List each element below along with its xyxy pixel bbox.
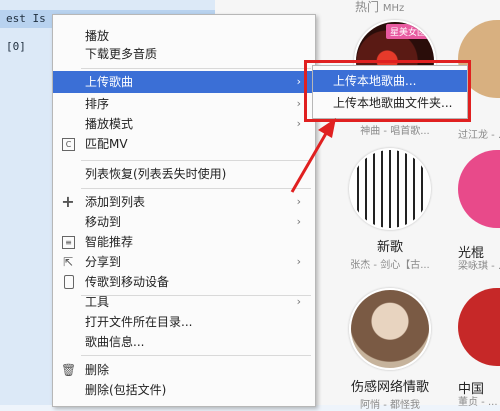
card-sub: 神曲 - 唱首歌...	[360, 126, 430, 137]
cover-art	[349, 148, 431, 230]
card-sub: 阿悄 - 都怪我	[360, 400, 420, 411]
menu-item-tools[interactable]: 工具 ›	[53, 291, 315, 313]
radio-card-partial[interactable]: 光棍 梁咏琪 - ...	[458, 150, 500, 272]
share-icon: ⇱	[62, 255, 74, 269]
menu-item-add-to-list[interactable]: + 添加到列表 ›	[53, 191, 315, 213]
radio-card-partial[interactable]: 中国 董贞 - ...	[458, 288, 500, 408]
menu-item-label: 歌曲信息...	[85, 335, 145, 349]
card-title: 伤感网络情歌	[350, 380, 429, 395]
menu-item-list-restore[interactable]: 列表恢复(列表丢失时使用)	[53, 163, 315, 185]
chevron-right-icon: ›	[296, 215, 301, 228]
menu-item-label: 排序	[85, 97, 110, 111]
menu-item-label: 下载更多音质	[85, 47, 158, 61]
menu-separator	[81, 355, 311, 356]
menu-item-sort[interactable]: 排序 ›	[53, 93, 315, 115]
cover-art	[458, 288, 500, 366]
menu-separator	[81, 188, 311, 189]
menu-item-download-quality[interactable]: 下载更多音质	[53, 43, 315, 65]
menu-item-move-to[interactable]: 移动到 ›	[53, 211, 315, 233]
menu-item-upload[interactable]: 上传歌曲 ›	[53, 71, 315, 93]
chevron-right-icon: ›	[296, 117, 301, 130]
menu-item-label: 列表恢复(列表丢失时使用)	[85, 167, 227, 181]
chevron-right-icon: ›	[296, 195, 301, 208]
menu-item-label: 删除(包括文件)	[85, 383, 167, 397]
radio-card[interactable]: 伤感网络情歌 阿悄 - 都怪我	[345, 288, 435, 411]
recommend-icon: ≡	[62, 236, 75, 249]
menu-item-smart-recommend[interactable]: ≡ 智能推荐	[53, 231, 315, 253]
menu-item-label: 打开文件所在目录...	[85, 315, 193, 329]
card-sub: 张杰 - 剑心【古...	[350, 260, 430, 271]
card-sub: 董贞 - ...	[458, 397, 498, 408]
cover-art	[349, 288, 431, 370]
mv-icon: C	[62, 138, 75, 151]
menu-item-label: 传歌到移动设备	[85, 275, 170, 289]
radio-card[interactable]: 新歌 张杰 - 剑心【古...	[345, 148, 435, 271]
plus-icon: +	[61, 192, 75, 211]
menu-item-delete[interactable]: 🗑 删除	[53, 359, 315, 381]
mhz-label: MHz	[382, 3, 405, 14]
menu-item-share[interactable]: ⇱ 分享到 ›	[53, 251, 315, 273]
menu-item-label: 上传歌曲	[85, 75, 134, 89]
chevron-right-icon: ›	[296, 295, 301, 308]
phone-icon	[64, 275, 74, 289]
menu-item-label: 移动到	[85, 215, 122, 229]
menu-item-label: 智能推荐	[85, 235, 134, 249]
menu-item-delete-with-file[interactable]: 删除(包括文件)	[53, 379, 315, 401]
menu-separator	[81, 68, 311, 69]
menu-item-label: 播放模式	[85, 117, 134, 131]
menu-item-label: 匹配MV	[85, 137, 128, 151]
card-sub: 过江龙 - ...	[458, 130, 500, 141]
menu-item-transfer-mobile[interactable]: 传歌到移动设备	[53, 271, 315, 293]
card-title: 新歌	[376, 240, 403, 255]
menu-item-label: 分享到	[85, 255, 122, 269]
hot-label: 热门 MHz	[355, 0, 405, 14]
menu-item-play-mode[interactable]: 播放模式 ›	[53, 113, 315, 135]
chevron-right-icon: ›	[296, 255, 301, 268]
trash-icon: 🗑	[61, 363, 77, 377]
menu-item-label: 添加到列表	[85, 195, 146, 209]
chevron-right-icon: ›	[296, 75, 301, 88]
menu-separator	[81, 160, 311, 161]
card-sub: 梁咏琪 - ...	[458, 261, 500, 272]
chevron-right-icon: ›	[296, 97, 301, 110]
cover-art	[458, 150, 500, 228]
menu-item-label: 删除	[85, 363, 110, 377]
annotation-box	[304, 60, 471, 122]
playlist-row[interactable]: [0]	[0, 38, 26, 56]
menu-item-label: 工具	[85, 295, 110, 309]
context-menu: 播放 下载更多音质 上传歌曲 › 排序 › 播放模式 › C 匹配MV 列表恢复…	[52, 14, 316, 407]
badge: 星美女团	[385, 24, 430, 39]
menu-item-match-mv[interactable]: C 匹配MV	[53, 133, 315, 155]
menu-item-song-info[interactable]: 歌曲信息...	[53, 331, 315, 353]
menu-item-open-folder[interactable]: 打开文件所在目录...	[53, 311, 315, 333]
playlist-row-text: [0]	[6, 40, 26, 53]
